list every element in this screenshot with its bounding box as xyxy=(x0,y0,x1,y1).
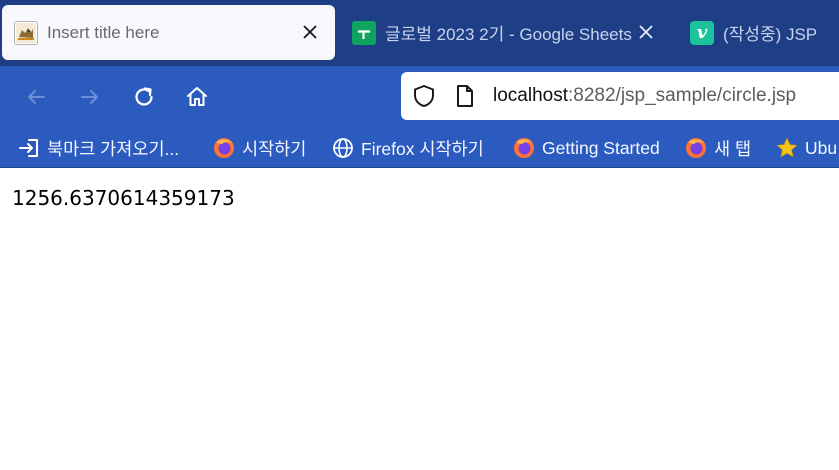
page-output-text: 1256.6370614359173 xyxy=(12,186,235,210)
address-bar[interactable]: localhost:8282/jsp_sample/circle.jsp xyxy=(401,72,839,120)
tomcat-icon xyxy=(14,20,38,45)
import-icon xyxy=(18,137,40,159)
star-icon xyxy=(776,137,798,159)
bookmark-label: Firefox 시작하기 xyxy=(361,138,484,159)
forward-arrow-icon[interactable] xyxy=(75,82,105,112)
bookmark-label: 새 탭 xyxy=(714,138,752,159)
bookmark-label: 시작하기 xyxy=(242,138,307,159)
google-sheets-icon xyxy=(352,20,376,45)
tab-title: (작성중) JSP xyxy=(723,25,818,44)
reload-icon[interactable] xyxy=(129,82,159,112)
bookmark-getting-started[interactable]: Getting Started xyxy=(513,135,660,161)
close-tab-icon[interactable] xyxy=(636,22,656,42)
bookmark-firefox-start[interactable]: Firefox 시작하기 xyxy=(332,135,484,161)
firefox-icon xyxy=(213,137,235,159)
firefox-icon xyxy=(513,137,535,159)
url-path: :8282/jsp_sample/circle.jsp xyxy=(568,85,797,106)
shield-icon[interactable] xyxy=(411,83,437,114)
tab-title: 글로벌 2023 2기 - Google Sheets xyxy=(385,25,632,44)
tab-title: Insert title here xyxy=(47,22,160,42)
bookmark-ubuntu[interactable]: Ubu xyxy=(776,135,837,161)
globe-icon xyxy=(332,137,354,159)
tab-velog-jsp[interactable]: v (작성중) JSP xyxy=(678,5,839,60)
velog-icon: v xyxy=(690,20,714,45)
bookmark-import[interactable]: 북마크 가져오기... xyxy=(18,135,179,161)
bookmarks-bar: 북마크 가져오기... 시작하기 Firefox 시작하기 Getting St… xyxy=(0,128,839,168)
close-tab-icon[interactable] xyxy=(300,22,320,42)
page-info-icon[interactable] xyxy=(454,84,476,113)
url-host: localhost xyxy=(493,85,568,106)
bookmark-new-tab[interactable]: 새 탭 xyxy=(685,135,751,161)
bookmark-label: Ubu xyxy=(805,137,838,158)
home-icon[interactable] xyxy=(182,82,212,112)
firefox-icon xyxy=(685,137,707,159)
back-arrow-icon[interactable] xyxy=(21,82,51,112)
navigation-toolbar: localhost:8282/jsp_sample/circle.jsp xyxy=(0,66,839,128)
url-text[interactable]: localhost:8282/jsp_sample/circle.jsp xyxy=(493,85,796,107)
tab-strip: Insert title here 글로벌 2023 2기 - Google S… xyxy=(0,0,839,66)
bookmark-label: Getting Started xyxy=(542,137,660,158)
tab-insert-title[interactable]: Insert title here xyxy=(2,5,335,60)
bookmark-start[interactable]: 시작하기 xyxy=(213,135,306,161)
tab-google-sheets[interactable]: 글로벌 2023 2기 - Google Sheets xyxy=(340,5,670,60)
bookmark-label: 북마크 가져오기... xyxy=(47,138,180,159)
